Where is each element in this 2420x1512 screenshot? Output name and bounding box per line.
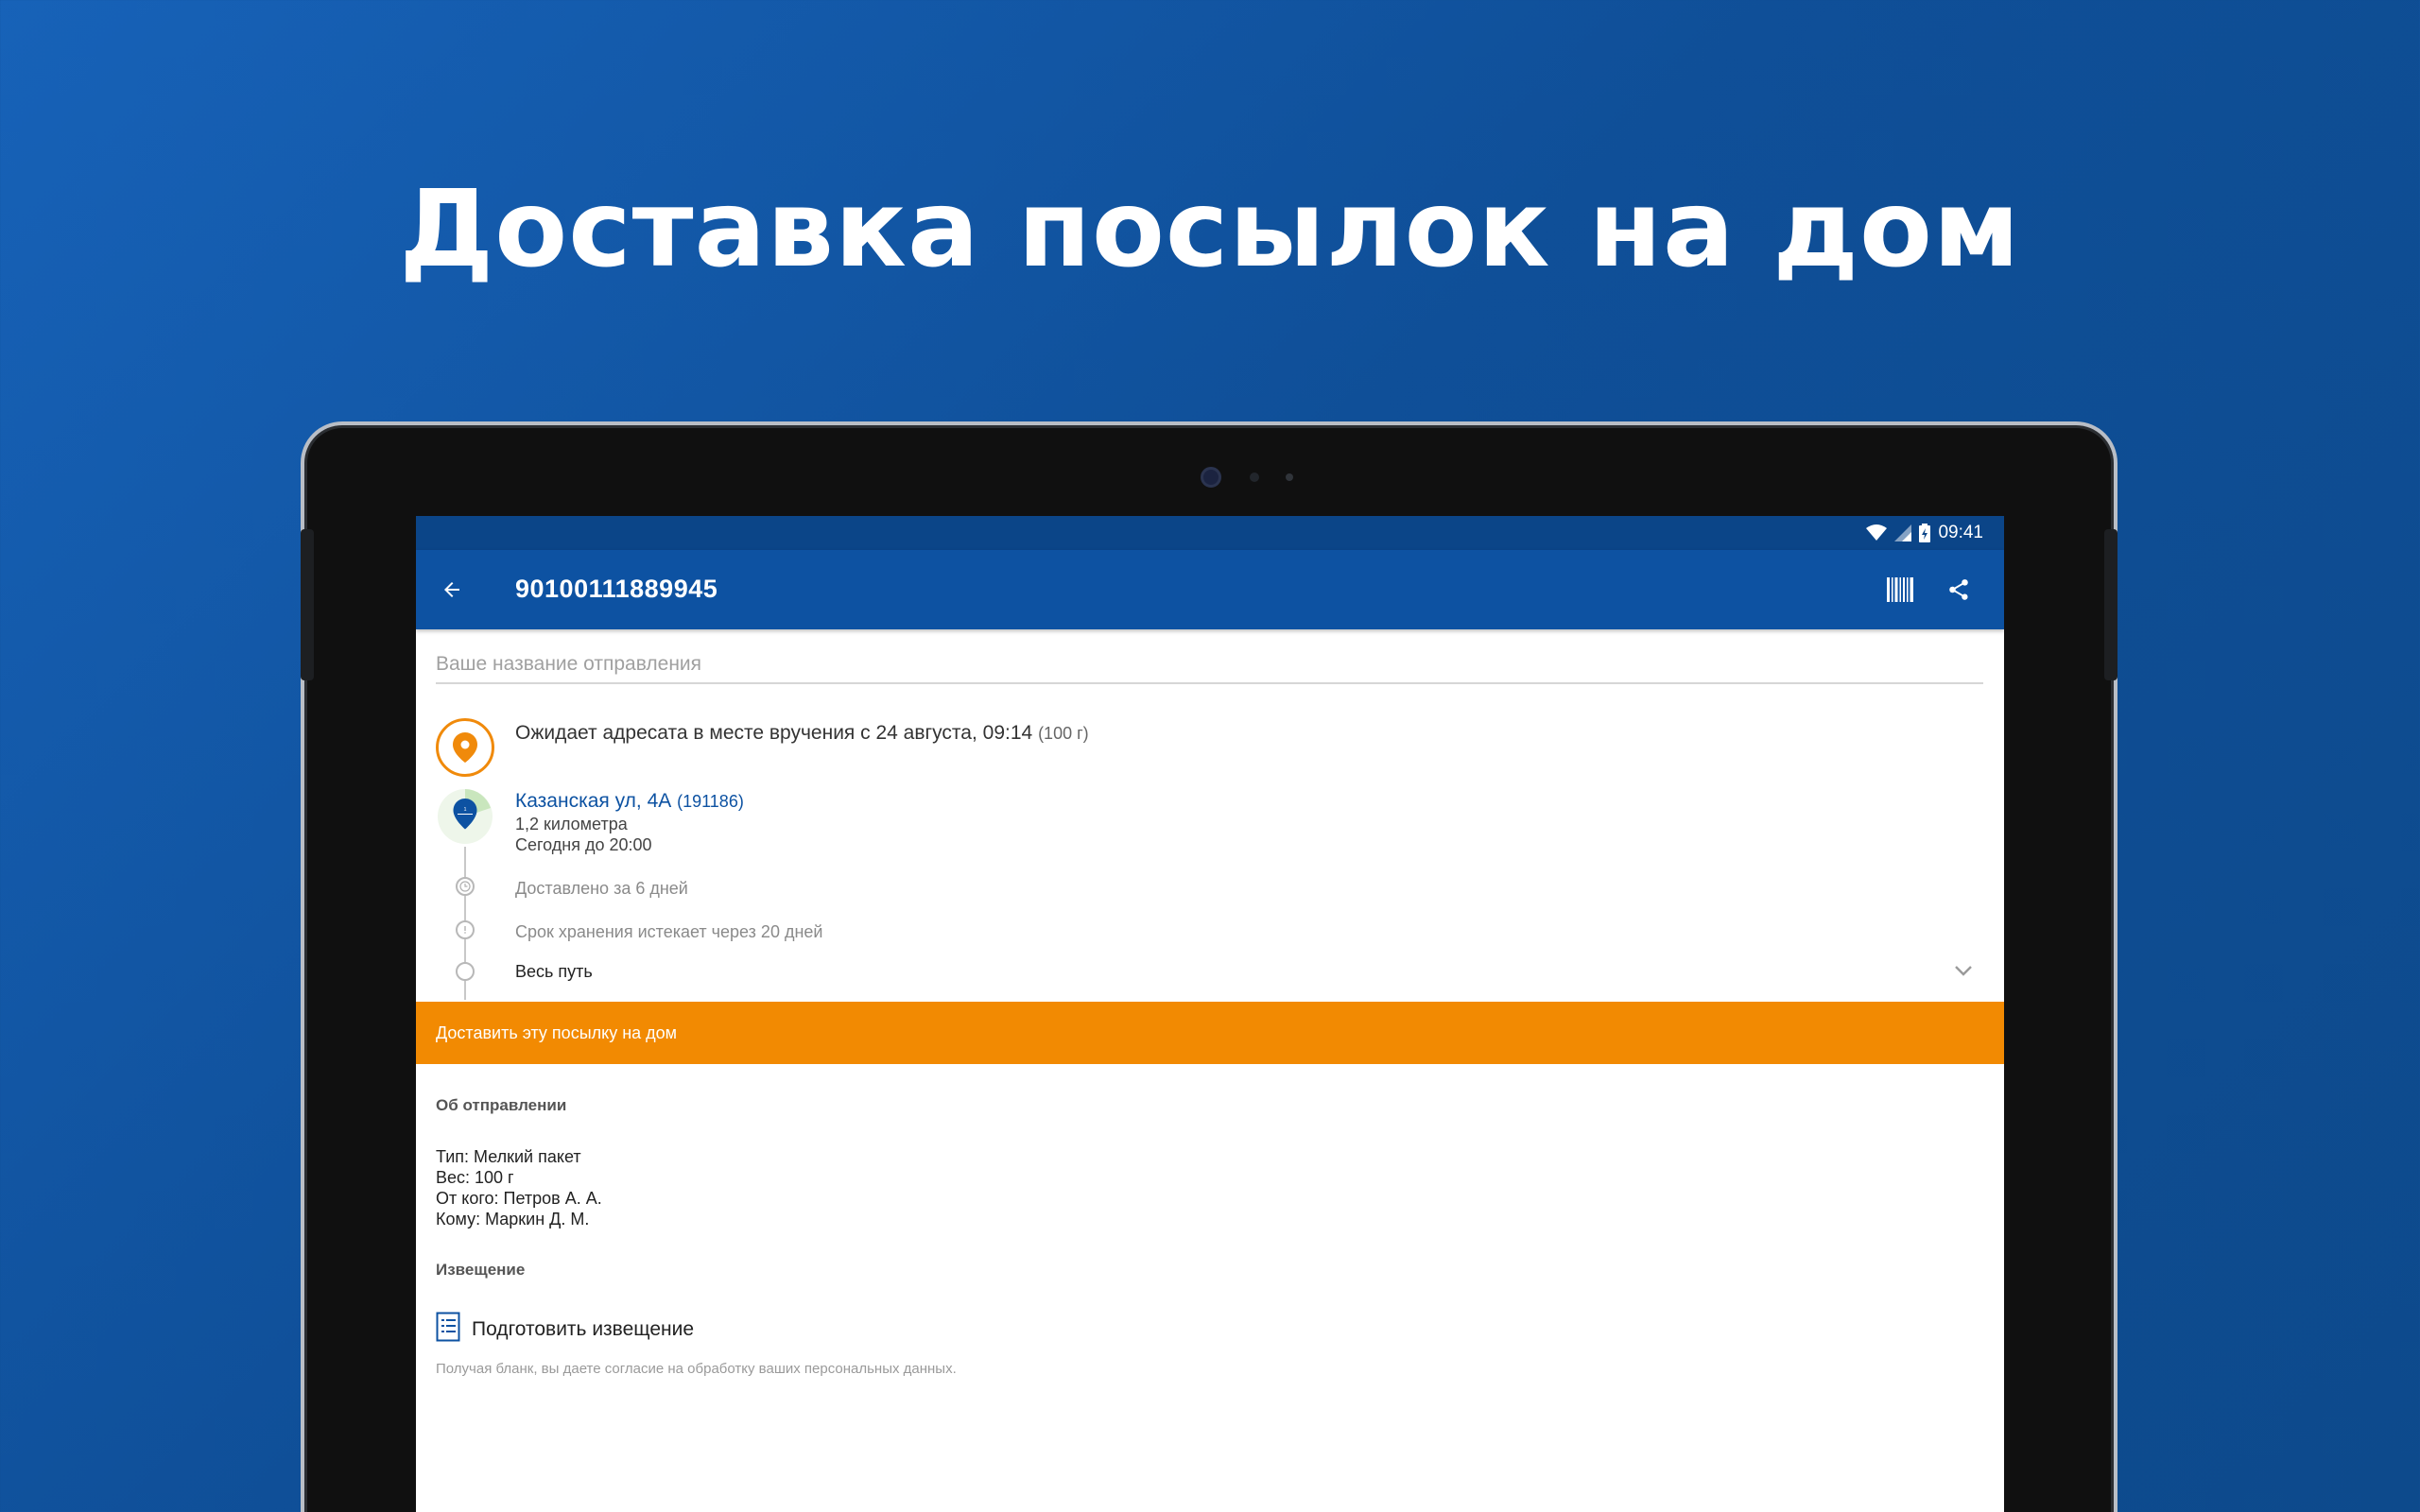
shipment-weight: Вес: 100 г — [436, 1168, 514, 1187]
prepare-notice-label: Подготовить извещение — [472, 1317, 695, 1340]
app-screen: 09:41 90100111889945 Ожидает адресата в … — [416, 516, 2004, 1512]
shipment-type: Тип: Мелкий пакет — [436, 1147, 581, 1166]
post-office-icon: 1 — [436, 787, 494, 846]
tracking-number: 90100111889945 — [515, 575, 718, 603]
shipment-sender: От кого: Петров А. А. — [436, 1189, 602, 1208]
barcode-icon[interactable] — [1881, 571, 1919, 609]
share-icon[interactable] — [1940, 571, 1978, 609]
shipment-name-input[interactable] — [436, 646, 1983, 684]
sensor-dot-icon — [1286, 473, 1293, 481]
svg-text:1: 1 — [463, 807, 466, 813]
promo-headline: Доставка посылок на дом — [399, 168, 2021, 291]
deliver-home-button[interactable]: Доставить эту посылку на дом — [416, 1002, 2004, 1064]
app-bar: 90100111889945 — [416, 550, 2004, 629]
status-weight: (100 г) — [1038, 724, 1089, 743]
full-path-toggle[interactable]: Весь путь — [515, 962, 593, 982]
status-line: Ожидает адресата в месте вручения с 24 а… — [515, 722, 1089, 745]
tablet-side-button — [301, 529, 314, 680]
back-arrow-icon[interactable] — [433, 571, 471, 609]
chevron-down-icon[interactable] — [1949, 956, 1978, 985]
document-icon — [436, 1312, 460, 1347]
status-bar: 09:41 — [416, 516, 2004, 550]
notice-section-title: Извещение — [436, 1261, 526, 1279]
front-camera-icon — [1201, 467, 1221, 488]
storage-expiry: Срок хранения истекает через 20 дней — [515, 922, 823, 941]
office-hours: Сегодня до 20:00 — [515, 835, 652, 854]
office-zip: (191186) — [677, 792, 744, 811]
clock-time: 09:41 — [1938, 523, 1983, 542]
wifi-icon — [1866, 524, 1888, 541]
delivered-duration: Доставлено за 6 дней — [515, 879, 688, 898]
battery-icon — [1919, 524, 1931, 542]
location-pin-icon — [436, 718, 494, 777]
sensor-dot-icon — [1250, 472, 1259, 482]
office-distance: 1,2 километра — [515, 815, 628, 833]
shipment-recipient: Кому: Маркин Д. М. — [436, 1210, 590, 1228]
status-text: Ожидает адресата в месте вручения с 24 а… — [515, 722, 1033, 744]
office-address: Казанская ул, 4А — [515, 790, 672, 812]
signal-icon — [1894, 524, 1912, 541]
prepare-notice-button[interactable]: Подготовить извещение — [436, 1312, 694, 1347]
clock-icon — [456, 877, 475, 896]
office-address-link[interactable]: Казанская ул, 4А (191186) — [515, 790, 744, 813]
about-section-title: Об отправлении — [436, 1096, 567, 1114]
tablet-side-button — [2104, 529, 2118, 680]
info-icon — [456, 920, 475, 939]
consent-disclaimer: Получая бланк, вы даете согласие на обра… — [436, 1361, 957, 1377]
timeline-end-dot — [456, 962, 475, 981]
